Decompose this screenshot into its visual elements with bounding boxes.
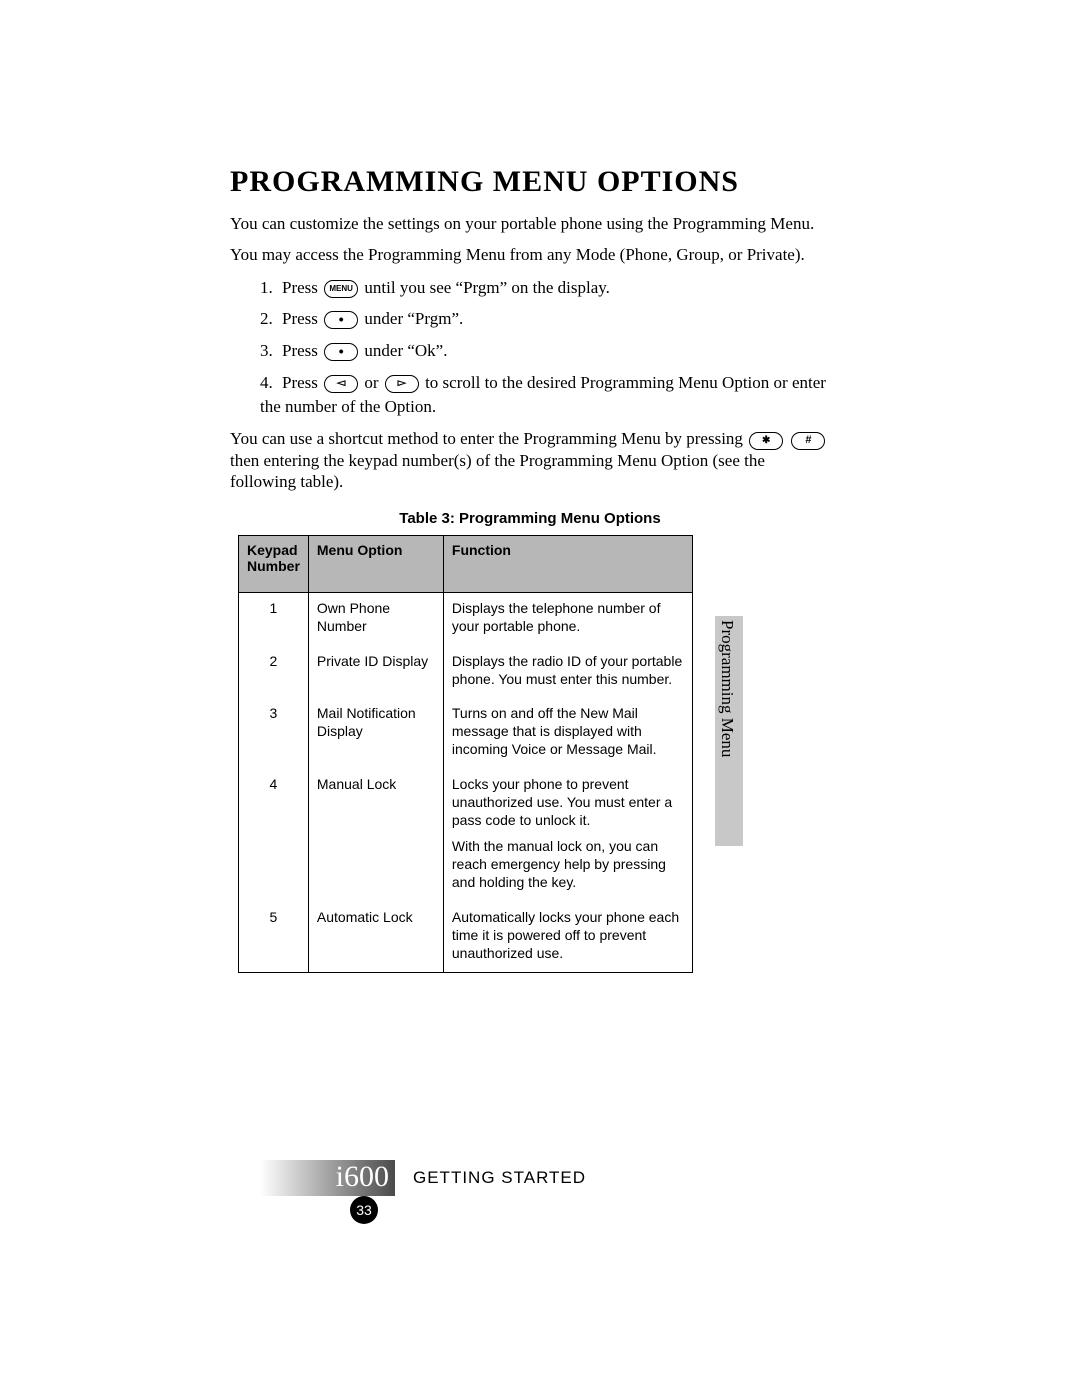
table-row: 4 Manual Lock Locks your phone to preven…: [239, 769, 693, 902]
intro-paragraph-1: You can customize the settings on your p…: [230, 213, 830, 234]
page-footer: i600 GETTING STARTED 33: [260, 1160, 700, 1200]
shortcut-paragraph: You can use a shortcut method to enter t…: [230, 428, 830, 492]
footer-model: i600: [336, 1160, 389, 1194]
steps-list: 1.Press MENU until you see “Prgm” on the…: [260, 276, 830, 419]
dot-key-icon: [324, 343, 358, 361]
footer-gradient: i600: [260, 1160, 395, 1196]
table-row: 5 Automatic Lock Automatically locks you…: [239, 902, 693, 973]
table-row: 1 Own Phone Number Displays the telephon…: [239, 593, 693, 646]
col-function: Function: [443, 536, 692, 593]
side-tab-label: Programming Menu: [717, 620, 737, 757]
step-4: 4.Press or to scroll to the desired Prog…: [260, 371, 830, 419]
menu-key-icon: MENU: [324, 280, 358, 298]
col-keypad-number: Keypad Number: [239, 536, 309, 593]
page-content: PROGRAMMING MENU OPTIONS You can customi…: [230, 165, 830, 973]
col-menu-option: Menu Option: [308, 536, 443, 593]
footer-section-title: GETTING STARTED: [413, 1168, 586, 1188]
table-row: 2 Private ID Display Displays the radio …: [239, 646, 693, 698]
left-arrow-key-icon: [324, 375, 358, 393]
table-row: 3 Mail Notification Display Turns on and…: [239, 698, 693, 769]
footer-page-number: 33: [350, 1196, 378, 1224]
side-tab: Programming Menu: [715, 616, 743, 846]
table-caption: Table 3: Programming Menu Options: [230, 510, 830, 527]
right-arrow-key-icon: [385, 375, 419, 393]
dot-key-icon: [324, 311, 358, 329]
star-key-icon: [749, 432, 783, 450]
hash-key-icon: [791, 432, 825, 450]
step-2: 2.Press under “Prgm”.: [260, 307, 830, 331]
intro-paragraph-2: You may access the Programming Menu from…: [230, 244, 830, 265]
page-title: PROGRAMMING MENU OPTIONS: [230, 165, 830, 199]
step-1: 1.Press MENU until you see “Prgm” on the…: [260, 276, 830, 300]
step-3: 3.Press under “Ok”.: [260, 339, 830, 363]
options-table: Keypad Number Menu Option Function 1 Own…: [238, 535, 693, 973]
